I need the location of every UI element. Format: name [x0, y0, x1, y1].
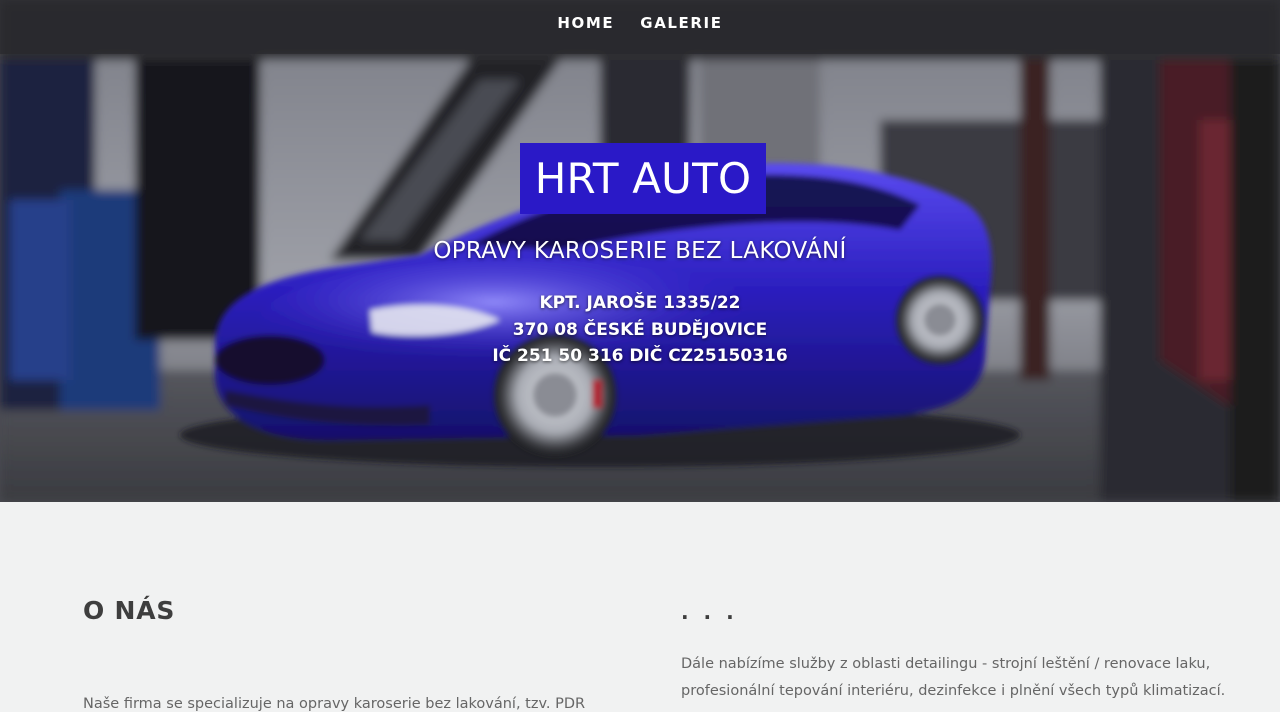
about-title: O NÁS: [83, 596, 176, 625]
company-address: KPT. JAROŠE 1335/22 370 08 ČESKÉ BUDĚJOV…: [0, 290, 1280, 370]
services-title: . . .: [681, 600, 738, 624]
nav-home-link[interactable]: HOME: [544, 0, 627, 31]
content-section: O NÁS Naše firma se specializuje na opra…: [0, 502, 1280, 712]
top-navigation: HOME GALERIE: [0, 0, 1280, 54]
hero-section: HOME GALERIE HRT AUTO OPRAVY KAROSERIE B…: [0, 0, 1280, 502]
brand-logo-title: HRT AUTO: [520, 143, 766, 214]
address-street: KPT. JAROŠE 1335/22: [539, 293, 741, 313]
hero-tagline: OPRAVY KAROSERIE BEZ LAKOVÁNÍ: [433, 238, 847, 264]
nav-gallery-link[interactable]: GALERIE: [627, 0, 735, 31]
address-city: 370 08 ČESKÉ BUDĚJOVICE: [512, 319, 768, 340]
services-paragraph: Dále nabízíme služby z oblasti detailing…: [681, 651, 1226, 705]
services-line: profesionální tepování interiéru, dezinf…: [681, 683, 1226, 699]
company-ids: IČ 251 50 316 DIČ CZ25150316: [492, 346, 788, 366]
hero-content: HRT AUTO OPRAVY KAROSERIE BEZ LAKOVÁNÍ K…: [0, 0, 1280, 502]
services-line: Dále nabízíme služby z oblasti detailing…: [681, 656, 1211, 672]
